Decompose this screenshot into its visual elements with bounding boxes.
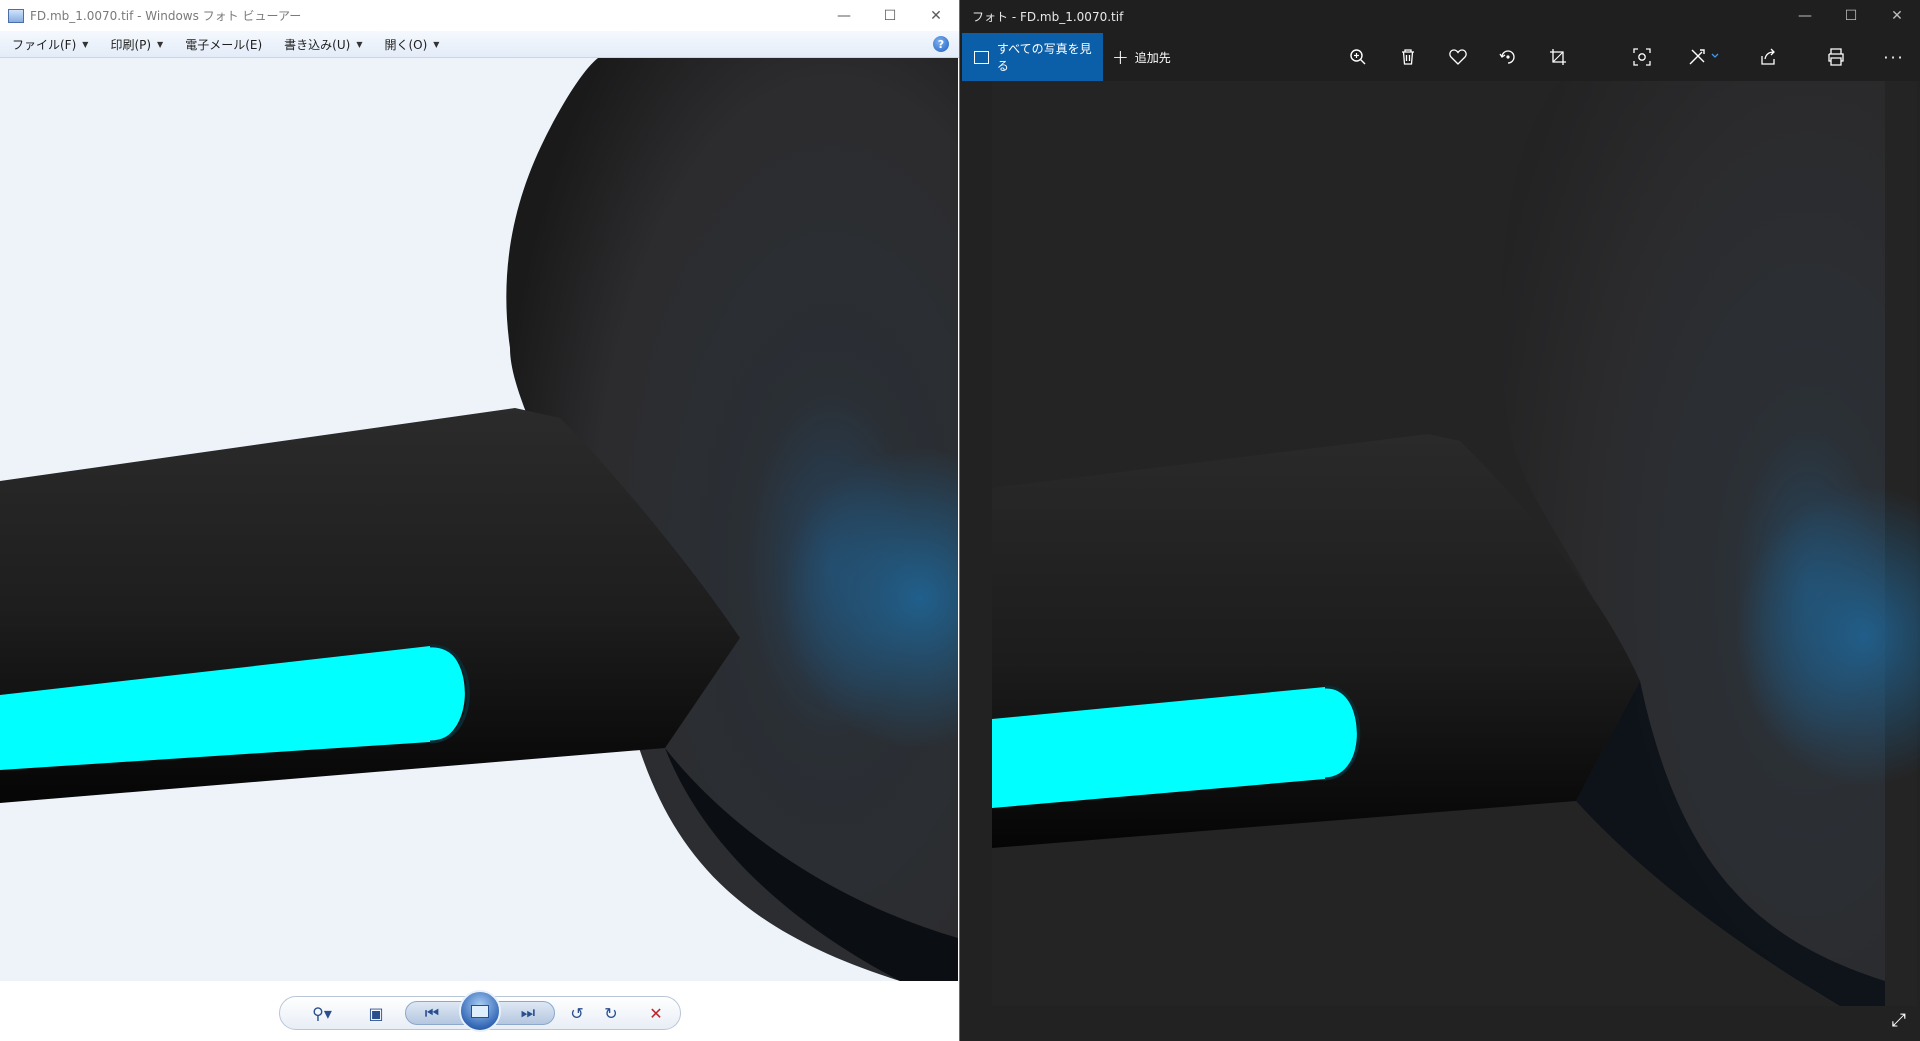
zoom-icon[interactable]: ⚲▾ xyxy=(304,1002,340,1024)
photo-icon xyxy=(974,50,989,64)
minimize-icon[interactable]: — xyxy=(1782,0,1828,31)
menu-email-label: 電子メール(E) xyxy=(185,37,263,52)
menu-burn[interactable]: 書き込み(U) ▼ xyxy=(272,31,372,57)
rotate-icon[interactable] xyxy=(1490,33,1526,81)
print-icon[interactable] xyxy=(1818,33,1854,81)
plus-icon: + xyxy=(1112,45,1129,69)
chevron-down-icon: ▼ xyxy=(157,39,164,49)
chevron-down-icon: ▼ xyxy=(356,39,363,49)
menu-burn-label: 書き込み(U) xyxy=(284,37,351,52)
photos-title-bar[interactable]: フォト - FD.mb_1.0070.tif — ☐ ✕ xyxy=(960,0,1920,33)
menu-open[interactable]: 開く(O) ▼ xyxy=(372,31,449,57)
help-glyph: ? xyxy=(937,37,945,51)
zoom-icon-graphic xyxy=(1350,49,1366,65)
add-to-label: 追加先 xyxy=(1134,50,1171,65)
photo-viewer-title: FD.mb_1.0070.tif - Windows フォト ビューアー xyxy=(30,9,302,23)
slideshow-screen-glyph xyxy=(471,1004,489,1018)
photos-app-window: フォト - FD.mb_1.0070.tif — ☐ ✕ すべての写真を見る +… xyxy=(960,0,1920,1041)
slideshow-icon[interactable] xyxy=(459,990,501,1032)
edit-icon[interactable] xyxy=(1680,33,1732,81)
rotate-cw-icon[interactable]: ↻ xyxy=(600,1002,622,1024)
chevron-down-icon: ▼ xyxy=(82,39,89,49)
more-icon[interactable]: ··· xyxy=(1876,33,1912,81)
menu-email[interactable]: 電子メール(E) xyxy=(173,31,272,57)
share-icon-graphic xyxy=(1761,48,1775,65)
menu-print-label: 印刷(P) xyxy=(110,37,152,52)
maximize-icon[interactable]: ☐ xyxy=(1828,0,1874,31)
menu-file-label: ファイル(F) xyxy=(12,37,77,52)
delete-icon[interactable] xyxy=(1390,33,1426,81)
see-all-photos-label: すべての写真を見る xyxy=(996,42,1092,73)
enhance-icon-graphic xyxy=(1633,48,1651,66)
favorite-icon[interactable] xyxy=(1440,33,1476,81)
delete-icon-graphic xyxy=(1402,49,1414,65)
next-icon[interactable]: ⏭ xyxy=(516,1002,540,1024)
edit-icon-graphic xyxy=(1689,49,1719,65)
close-icon[interactable]: ✕ xyxy=(1874,0,1920,31)
photos-toolbar: すべての写真を見る + 追加先 ··· xyxy=(960,33,1920,81)
help-icon[interactable]: ? xyxy=(933,36,949,52)
expand-icon[interactable]: ⤢ xyxy=(1892,1010,1906,1031)
close-icon[interactable]: ✕ xyxy=(913,0,959,31)
zoom-icon[interactable] xyxy=(1340,33,1376,81)
rendered-image-right xyxy=(992,81,1920,1006)
crop-icon-graphic xyxy=(1550,49,1566,65)
delete-icon[interactable]: ✕ xyxy=(645,1002,667,1024)
rotate-icon-graphic xyxy=(1499,50,1515,64)
photos-image-area: ⤢ xyxy=(960,81,1920,1041)
share-icon[interactable] xyxy=(1750,33,1786,81)
photos-title: フォト - FD.mb_1.0070.tif xyxy=(972,10,1124,24)
photo-viewer-app-icon xyxy=(8,8,24,23)
photo-viewer-title-bar[interactable]: FD.mb_1.0070.tif - Windows フォト ビューアー — ☐… xyxy=(0,0,959,31)
enhance-icon[interactable] xyxy=(1624,33,1660,81)
caption-buttons: — ☐ ✕ xyxy=(821,0,959,31)
rotate-ccw-icon[interactable]: ↺ xyxy=(566,1002,588,1024)
chevron-down-icon: ▼ xyxy=(433,39,440,49)
maximize-icon[interactable]: ☐ xyxy=(867,0,913,31)
rendered-image-left xyxy=(0,58,958,981)
add-to-button[interactable]: + 追加先 xyxy=(1112,33,1171,81)
menu-open-label: 開く(O) xyxy=(384,37,428,52)
print-icon-graphic xyxy=(1828,48,1844,66)
previous-icon[interactable]: ⏮ xyxy=(420,1002,444,1024)
menu-file[interactable]: ファイル(F) ▼ xyxy=(0,31,98,57)
minimize-icon[interactable]: — xyxy=(821,0,867,31)
photo-viewer-window: FD.mb_1.0070.tif - Windows フォト ビューアー — ☐… xyxy=(0,0,960,1041)
fit-window-icon[interactable]: ▣ xyxy=(362,1002,390,1024)
see-all-photos-button[interactable]: すべての写真を見る xyxy=(962,33,1103,81)
crop-icon[interactable] xyxy=(1540,33,1576,81)
favorite-icon-graphic xyxy=(1449,49,1467,65)
photo-viewer-image-area xyxy=(0,58,958,981)
caption-buttons: — ☐ ✕ xyxy=(1782,0,1920,31)
photo-viewer-menubar: ファイル(F) ▼ 印刷(P) ▼ 電子メール(E) 書き込み(U) ▼ 開く(… xyxy=(0,31,959,58)
menu-print[interactable]: 印刷(P) ▼ xyxy=(98,31,173,57)
